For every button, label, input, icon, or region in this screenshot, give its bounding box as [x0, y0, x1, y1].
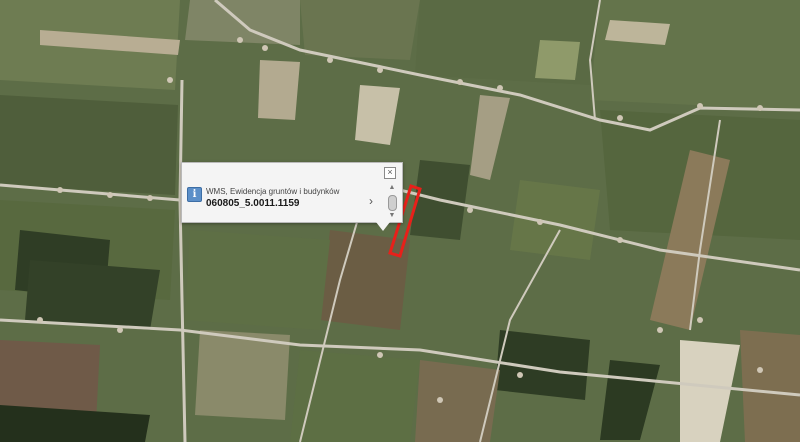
popup-pointer [376, 222, 390, 231]
map-view[interactable]: × i WMS, Ewidencja gruntów i budynków 06… [0, 0, 800, 442]
popup-scrollbar[interactable]: ▲ ▼ [387, 184, 397, 220]
layer-name: WMS, Ewidencja gruntów i budynków [206, 187, 340, 196]
close-icon[interactable]: × [384, 167, 396, 179]
info-icon: i [187, 187, 202, 202]
scroll-down-icon[interactable]: ▼ [387, 212, 397, 220]
scroll-up-icon[interactable]: ▲ [387, 184, 397, 192]
feature-info-popup: × i WMS, Ewidencja gruntów i budynków 06… [181, 162, 403, 231]
feature-id[interactable]: 060805_5.0011.1159 [206, 198, 299, 209]
chevron-right-icon[interactable]: › [369, 194, 373, 208]
scroll-thumb[interactable] [388, 195, 397, 211]
